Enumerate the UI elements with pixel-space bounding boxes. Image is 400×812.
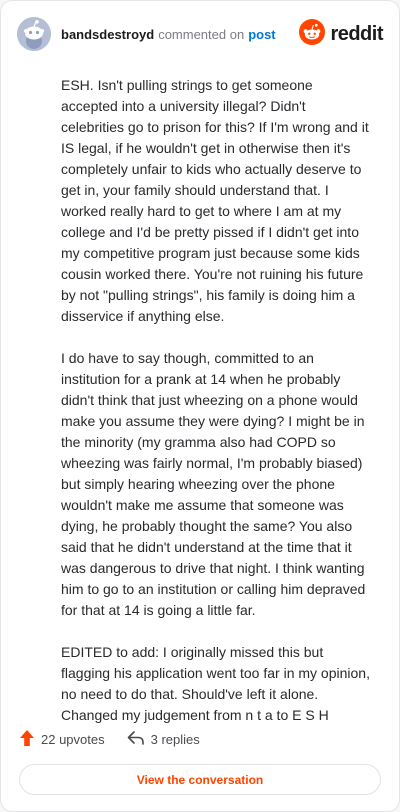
view-conversation-button[interactable]: View the conversation	[19, 764, 381, 795]
comment-paragraph: ESH. Isn't pulling strings to get someon…	[61, 77, 369, 324]
post-link[interactable]: post	[248, 27, 275, 42]
comment-actions: 22 upvotes 3 replies	[19, 729, 200, 750]
reddit-wordmark: reddit	[330, 22, 383, 45]
replies-button[interactable]: 3 replies	[127, 730, 200, 749]
comment-body: ESH. Isn't pulling strings to get someon…	[61, 75, 371, 747]
upvote-count: 22 upvotes	[41, 732, 105, 747]
snoo-avatar-icon[interactable]	[17, 17, 51, 51]
reddit-logo-icon	[299, 18, 326, 50]
reply-arrow-icon	[127, 730, 145, 749]
username-link[interactable]: bandsdestroyd	[61, 27, 154, 42]
reddit-brand[interactable]: reddit	[299, 18, 383, 50]
comment-paragraph: EDITED to add: I originally missed this …	[61, 644, 370, 723]
comment-header: bandsdestroyd commented on post reddit	[17, 17, 383, 51]
upvote-arrow-icon	[19, 729, 35, 750]
upvote-button[interactable]: 22 upvotes	[19, 729, 105, 750]
comment-meta: bandsdestroyd commented on post	[61, 27, 276, 42]
comment-card: bandsdestroyd commented on post reddit E…	[0, 0, 400, 812]
comment-paragraph: I do have to say though, committed to an…	[61, 350, 366, 618]
commented-on-label: commented on	[158, 26, 245, 42]
replies-count: 3 replies	[150, 732, 200, 747]
